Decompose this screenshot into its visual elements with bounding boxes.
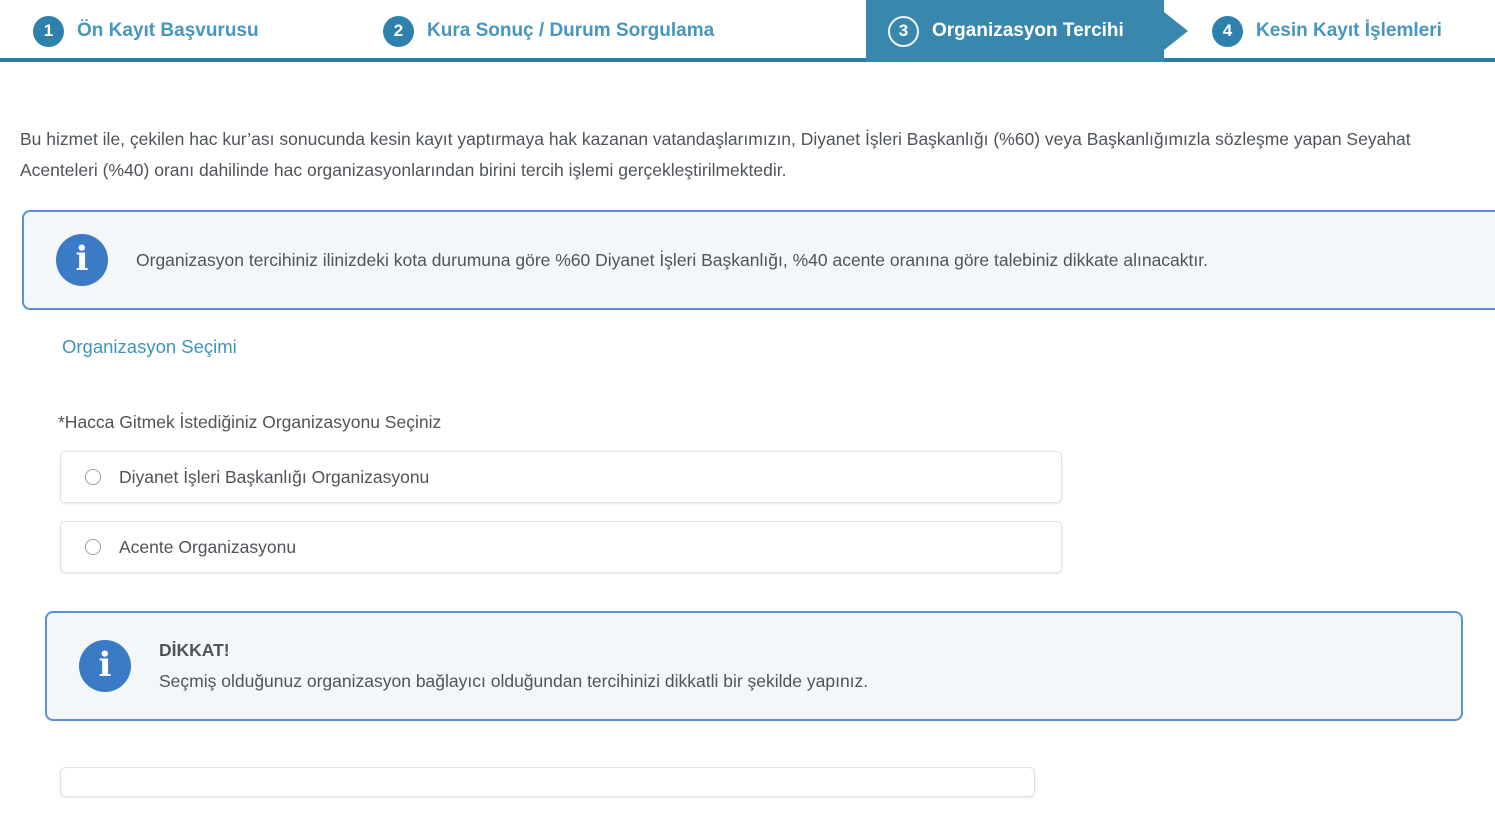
info-icon: i <box>56 234 108 286</box>
attention-warning-text: Seçmiş olduğunuz organizasyon bağlayıcı … <box>159 671 868 691</box>
step-organizasyon-tercihi-active[interactable]: 3 Organizasyon Tercihi <box>866 0 1164 62</box>
step-wizard: 1 Ön Kayıt Başvurusu 2 Kura Sonuç / Duru… <box>0 0 1495 62</box>
service-description-text: Bu hizmet ile, çekilen hac kur’ası sonuc… <box>20 124 1482 186</box>
attention-warning-alert: i DİKKAT! Seçmiş olduğunuz organizasyon … <box>45 611 1463 721</box>
step-kura-sonuc-durum-sorgulama[interactable]: 2 Kura Sonuç / Durum Sorgulama <box>383 0 714 62</box>
info-icon: i <box>79 640 131 692</box>
attention-warning-content: DİKKAT! Seçmiş olduğunuz organizasyon ba… <box>159 635 868 697</box>
option-label: Diyanet İşleri Başkanlığı Organizasyonu <box>119 467 429 488</box>
step-number-badge: 4 <box>1212 16 1243 47</box>
option-label: Acente Organizasyonu <box>119 537 296 558</box>
quota-info-text: Organizasyon tercihiniz ilinizdeki kota … <box>136 245 1208 276</box>
radio-button-icon[interactable] <box>85 539 101 555</box>
step-label: Ön Kayıt Başvurusu <box>77 20 259 42</box>
step-label: Kura Sonuç / Durum Sorgulama <box>427 20 714 42</box>
option-acente-organizasyonu[interactable]: Acente Organizasyonu <box>60 521 1062 573</box>
organization-question-label: *Hacca Gitmek İstediğiniz Organizasyonu … <box>58 412 1495 433</box>
quota-info-alert: i Organizasyon tercihiniz ilinizdeki kot… <box>22 210 1495 310</box>
step-label: Kesin Kayıt İşlemleri <box>1256 20 1442 42</box>
step-number-badge: 3 <box>888 16 919 47</box>
step-number-badge: 2 <box>383 16 414 47</box>
partially-visible-panel <box>60 767 1035 797</box>
step-number-badge: 1 <box>33 16 64 47</box>
step-label: Organizasyon Tercihi <box>932 20 1124 42</box>
organization-section-title: Organizasyon Seçimi <box>62 336 1495 358</box>
option-diyanet-organizasyonu[interactable]: Diyanet İşleri Başkanlığı Organizasyonu <box>60 451 1062 503</box>
radio-button-icon[interactable] <box>85 469 101 485</box>
attention-warning-title: DİKKAT! <box>159 635 868 666</box>
step-kesin-kayit-islemleri[interactable]: 4 Kesin Kayıt İşlemleri <box>1212 0 1442 62</box>
step-on-kayit-basvurusu[interactable]: 1 Ön Kayıt Başvurusu <box>33 0 259 62</box>
